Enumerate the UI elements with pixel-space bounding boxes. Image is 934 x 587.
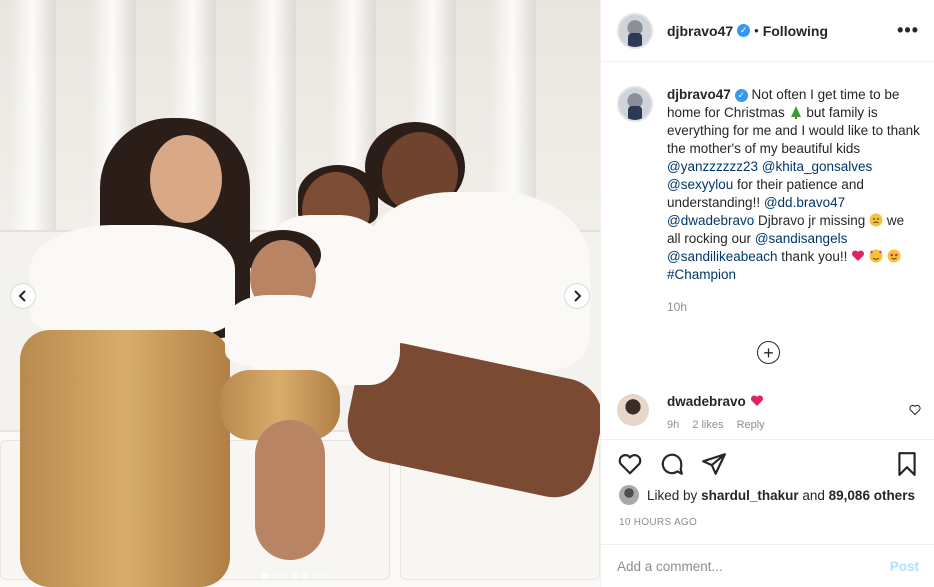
heart-icon[interactable] bbox=[617, 451, 643, 477]
comment-time: 9h bbox=[667, 419, 680, 431]
christmas-tree-icon bbox=[790, 106, 801, 119]
carousel-dot bbox=[262, 573, 268, 579]
username-link[interactable]: djbravo47 bbox=[667, 23, 733, 39]
post-actions bbox=[617, 451, 727, 477]
plus-circle-icon: + bbox=[763, 342, 774, 363]
carousel-prev-button[interactable] bbox=[10, 283, 36, 309]
comment-reply-button[interactable]: Reply bbox=[737, 419, 765, 431]
likes-and: and bbox=[802, 487, 825, 503]
caption-timestamp: 10h bbox=[667, 300, 688, 314]
post-photo[interactable] bbox=[0, 0, 600, 587]
caption: djbravo47 ✓ Not often I get time to be ho… bbox=[617, 86, 921, 316]
post-header: djbravo47 ✓ • Following ••• bbox=[601, 0, 934, 62]
mention-link[interactable]: @sandisangels bbox=[755, 231, 848, 246]
mention-link[interactable]: @sandilikeabeach bbox=[667, 249, 778, 264]
red-heart-icon bbox=[750, 395, 763, 406]
likes-prefix: Liked by bbox=[647, 487, 698, 503]
person-face bbox=[150, 135, 222, 223]
actions-divider bbox=[601, 439, 934, 440]
caption-segment: thank you!! bbox=[781, 249, 848, 264]
worried-face-icon bbox=[869, 213, 883, 227]
caption-username[interactable]: djbravo47 bbox=[667, 87, 731, 102]
likes-count[interactable]: 89,086 others bbox=[829, 488, 915, 503]
post-comment-button[interactable]: Post bbox=[890, 559, 919, 574]
heart-eyes-face-icon bbox=[887, 249, 901, 263]
liker-username[interactable]: shardul_thakur bbox=[701, 488, 799, 503]
person-pants bbox=[20, 330, 230, 587]
mention-link[interactable]: @sexyylou bbox=[667, 177, 733, 192]
following-button[interactable]: Following bbox=[763, 23, 828, 39]
more-options-button[interactable]: ••• bbox=[897, 20, 919, 41]
add-comment-bar: Post bbox=[601, 544, 934, 587]
mention-link[interactable]: @yanzzzzzz23 bbox=[667, 159, 758, 174]
chevron-right-icon bbox=[574, 290, 582, 302]
carousel-dot bbox=[312, 573, 318, 579]
person-leg bbox=[255, 420, 325, 560]
comment-meta: 9h 2 likes Reply bbox=[667, 419, 775, 431]
avatar[interactable] bbox=[617, 86, 653, 122]
carousel-dot bbox=[272, 573, 278, 579]
load-more-comments-button[interactable]: + bbox=[757, 341, 780, 364]
comment-item: dwadebravo 9h 2 likes Reply bbox=[617, 394, 921, 434]
avatar[interactable] bbox=[617, 12, 653, 49]
carousel-indicator bbox=[262, 573, 328, 579]
chevron-left-icon bbox=[18, 290, 26, 302]
person-shirt bbox=[225, 295, 335, 365]
post-sidebar: djbravo47 ✓ • Following ••• djbravo47 ✓ N… bbox=[600, 0, 934, 587]
comment-likes[interactable]: 2 likes bbox=[692, 419, 723, 431]
share-icon[interactable] bbox=[701, 451, 727, 477]
smiling-hearts-face-icon bbox=[869, 249, 883, 263]
mention-link[interactable]: @khita_gonsalves bbox=[762, 159, 873, 174]
red-heart-icon bbox=[852, 250, 865, 261]
carousel-next-button[interactable] bbox=[564, 283, 590, 309]
caption-text: djbravo47 ✓ Not often I get time to be ho… bbox=[667, 86, 921, 316]
bookmark-icon[interactable] bbox=[894, 451, 920, 477]
hashtag-link[interactable]: #Champion bbox=[667, 267, 736, 282]
mention-link[interactable]: @dwadebravo bbox=[667, 213, 754, 228]
commenter-avatar[interactable] bbox=[617, 394, 649, 426]
mention-link[interactable]: @dd.bravo47 bbox=[764, 195, 845, 210]
heart-icon[interactable] bbox=[909, 404, 921, 416]
commenter-username[interactable]: dwadebravo bbox=[667, 394, 746, 409]
comment-body: dwadebravo 9h 2 likes Reply bbox=[667, 394, 775, 434]
verified-badge-icon: ✓ bbox=[737, 24, 751, 37]
comment-input[interactable] bbox=[617, 558, 890, 574]
liker-avatar[interactable] bbox=[619, 485, 639, 505]
verified-badge-icon: ✓ bbox=[734, 88, 748, 102]
person-shirt bbox=[30, 225, 235, 335]
carousel-dot bbox=[322, 573, 328, 579]
likes-summary: Liked by shardul_thakur and 89,086 other… bbox=[619, 485, 915, 505]
carousel-dot bbox=[292, 573, 298, 579]
carousel-dot bbox=[282, 573, 288, 579]
post-timestamp[interactable]: 10 HOURS AGO bbox=[619, 517, 697, 528]
caption-segment: Djbravo jr missing bbox=[758, 213, 866, 228]
carousel-dot bbox=[302, 573, 308, 579]
comment-icon[interactable] bbox=[659, 451, 685, 477]
separator-dot: • bbox=[754, 23, 759, 38]
